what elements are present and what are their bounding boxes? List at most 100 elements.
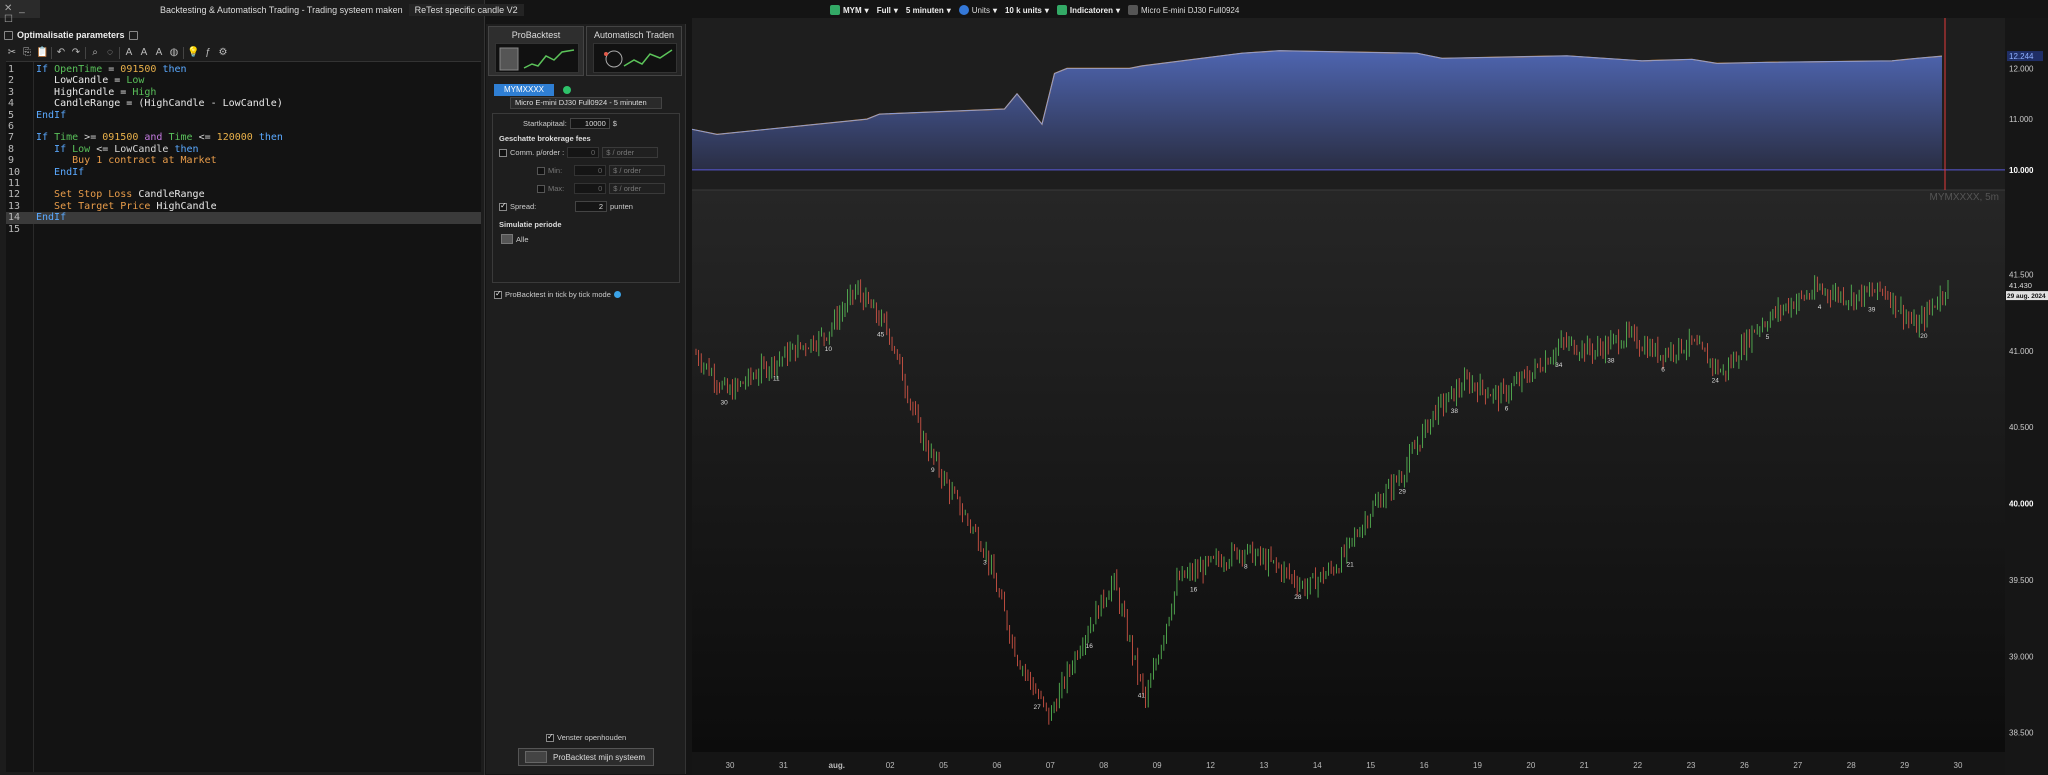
spread-input[interactable]: 2 — [575, 201, 607, 212]
info-icon[interactable] — [613, 291, 621, 298]
min-input[interactable]: 0 — [574, 165, 607, 176]
time-axis-label: 19 — [1473, 761, 1482, 770]
code-token: and — [138, 132, 169, 144]
code-text: LowCandle = Low — [36, 75, 144, 86]
time-axis-label: 09 — [1153, 761, 1162, 770]
simulation-period-value[interactable]: Alle — [516, 235, 529, 244]
font-decrease-icon[interactable]: A — [123, 47, 135, 59]
price-pane-bg — [692, 190, 2005, 752]
interval-selector[interactable]: 5 minuten ▾ — [906, 6, 951, 15]
code-line[interactable]: 14 EndIf — [6, 212, 481, 224]
code-token: CandleRange = (HighCandle - LowCandle) — [36, 98, 283, 110]
tab-probacktest[interactable]: ProBacktest — [488, 26, 584, 76]
tab-backtesting[interactable]: Backtesting & Automatisch Trading - Trad… — [160, 5, 403, 15]
commission-input[interactable]: 0 — [567, 147, 600, 158]
code-line[interactable]: 15 — [6, 224, 481, 235]
indicators-button[interactable]: Indicatoren ▾ — [1056, 5, 1120, 15]
trade-marker: 41 — [1138, 693, 1146, 700]
system-name-badge[interactable]: MYMXXXX — [494, 84, 555, 96]
tab-automatic-trading[interactable]: Automatisch Traden — [586, 26, 682, 76]
code-token: CandleRange — [138, 189, 205, 201]
tab-retest[interactable]: ReTest specific candle V2 — [408, 4, 524, 16]
code-token: HighCandle = — [36, 86, 133, 98]
chart-title-watermark: MYMXXXX, 5m — [1930, 192, 1999, 203]
undo-icon[interactable]: ↶ — [55, 47, 67, 59]
line-number: 6 — [8, 121, 15, 132]
bulb-icon[interactable]: 💡 — [187, 47, 199, 59]
comment-icon[interactable]: ◌ — [104, 47, 116, 59]
code-token: If — [36, 132, 55, 144]
run-backtest-button[interactable]: ProBacktest mijn systeem — [518, 748, 654, 766]
max-unit-select[interactable]: $ / order — [609, 183, 666, 194]
optimization-params-label[interactable]: Optimalisatie parameters — [17, 30, 125, 40]
range-selector[interactable]: Full ▾ — [877, 6, 898, 15]
price-axis-bg — [2005, 18, 2048, 775]
chart-area[interactable]: 12.000 11.000 10.000 12.244 41.500 41.000 40.5… — [692, 18, 2048, 775]
code-token: Time — [54, 132, 79, 144]
expand-icon[interactable] — [128, 30, 138, 40]
simulation-header: Simulatie periode — [499, 220, 562, 229]
font-increase-icon[interactable]: A — [138, 47, 150, 59]
min-checkbox[interactable] — [537, 166, 545, 175]
window-controls[interactable]: ✕ _ ☐ — [0, 0, 40, 25]
code-line[interactable]: 9 Buy 1 contract at Market — [6, 155, 481, 166]
chart-svg[interactable]: 12.000 11.000 10.000 12.244 41.500 41.000 40.5… — [692, 18, 2048, 775]
line-number: 13 — [8, 200, 21, 212]
commission-checkbox[interactable] — [499, 148, 507, 157]
code-line[interactable]: 8 If Low <= LowCandle then — [6, 144, 481, 155]
trade-marker: 20 — [1920, 333, 1928, 340]
code-line[interactable]: 7 If Time >= 091500 and Time <= 120000 th… — [6, 132, 481, 143]
line-number: 2 — [8, 75, 15, 87]
time-axis-label: 22 — [1633, 761, 1642, 770]
code-line[interactable]: 2 LowCandle = Low — [6, 75, 481, 86]
max-input[interactable]: 0 — [574, 183, 607, 194]
calendar-icon[interactable] — [501, 234, 513, 244]
start-capital-input[interactable]: 10000 — [569, 118, 610, 129]
code-token: HighCandle — [156, 200, 217, 212]
color-icon[interactable]: ◍ — [168, 47, 180, 59]
redo-icon[interactable]: ↷ — [70, 47, 82, 59]
copy-icon[interactable]: ⎘ — [21, 47, 33, 59]
cut-icon[interactable]: ✂ — [6, 47, 18, 59]
code-area[interactable]: 1 If OpenTime = 091500 then 2 LowCandle = … — [6, 62, 481, 772]
search-icon[interactable]: ⌕ — [89, 47, 101, 59]
paste-icon[interactable]: 📋 — [36, 47, 48, 59]
function-icon[interactable]: ƒ — [202, 47, 214, 59]
code-text: EndIf — [36, 167, 84, 178]
keep-window-label: Venster openhouden — [557, 733, 627, 742]
spread-checkbox[interactable] — [499, 201, 507, 211]
instrument-select[interactable]: Micro E-mini DJ30 Full0924 - 5 minuten — [510, 97, 662, 109]
indicators-label: Indicatoren — [1069, 5, 1114, 15]
time-axis-label: 31 — [779, 761, 788, 770]
format-icon[interactable]: A — [153, 47, 165, 59]
units-selector[interactable]: Units ▾ — [958, 5, 997, 15]
code-line[interactable]: 1 If OpenTime = 091500 then — [6, 64, 481, 75]
commission-unit-select[interactable]: $ / order — [602, 147, 659, 158]
code-line[interactable]: 10 EndIf — [6, 167, 481, 178]
code-line[interactable]: 11 — [6, 178, 481, 189]
symbol-selector[interactable]: MYM ▾ — [830, 5, 869, 15]
tick-mode-checkbox[interactable] — [494, 289, 502, 299]
units-value-label: 10 k units — [1004, 5, 1042, 15]
code-line[interactable]: 3 HighCandle = High — [6, 87, 481, 98]
max-checkbox[interactable] — [537, 184, 545, 193]
time-axis-label: 30 — [1954, 761, 1963, 770]
settings-icon[interactable]: ⚙ — [217, 47, 229, 59]
min-unit-select[interactable]: $ / order — [609, 165, 666, 176]
time-axis-label: 21 — [1580, 761, 1589, 770]
probacktest-panel: ProBacktest Automatisch Traden MYMXXXX M… — [486, 24, 686, 774]
units-value-selector[interactable]: 10 k units ▾ — [1005, 6, 1049, 15]
trade-marker: 29 — [1399, 489, 1407, 496]
instrument-info[interactable]: Micro E-mini DJ30 Full0924 — [1128, 5, 1239, 15]
code-line[interactable]: 5 EndIf — [6, 110, 481, 121]
code-line[interactable]: 6 — [6, 121, 481, 132]
code-line[interactable]: 4 CandleRange = (HighCandle - LowCandle) — [6, 98, 481, 109]
code-line[interactable]: 12 Set Stop Loss CandleRange — [6, 189, 481, 200]
last-price-label: 41.430 — [2009, 281, 2032, 290]
code-token: Set Target Price — [36, 200, 157, 212]
time-axis-label: 07 — [1046, 761, 1055, 770]
code-line[interactable]: 13 Set Target Price HighCandle — [6, 201, 481, 212]
keep-window-checkbox[interactable] — [546, 732, 554, 742]
tick-mode-row: ProBacktest in tick by tick mode — [494, 289, 621, 299]
spread-unit: punten — [610, 202, 633, 211]
